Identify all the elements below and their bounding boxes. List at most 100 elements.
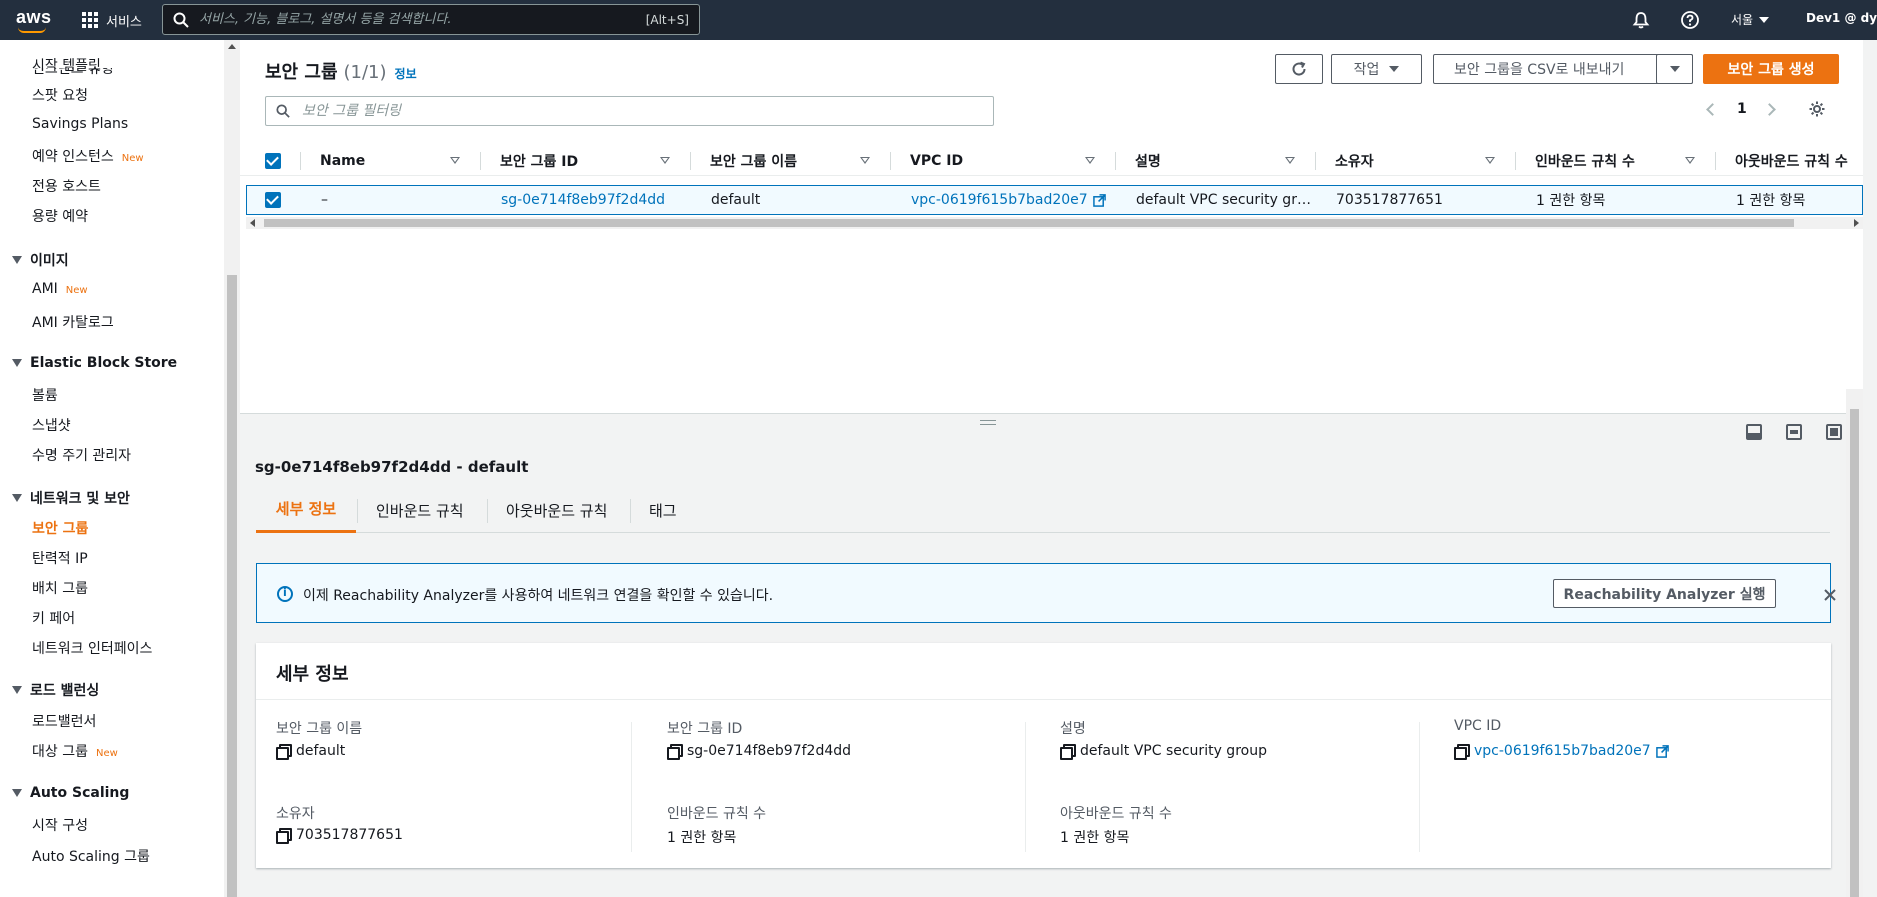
sort-icon[interactable] <box>1085 157 1095 164</box>
column-header-owner[interactable]: 소유자 <box>1335 146 1374 176</box>
sort-icon[interactable] <box>1485 157 1495 164</box>
export-csv-button[interactable]: 보안 그룹을 CSV로 내보내기 <box>1433 54 1693 84</box>
tab-outbound-rules[interactable]: 아웃바운드 규칙 <box>506 487 607 533</box>
sidebar-item-elastic-ips[interactable]: 탄력적 IP <box>32 548 88 568</box>
column-header-inbound[interactable]: 인바운드 규칙 수 <box>1535 146 1635 176</box>
sidebar-section-ebs[interactable]: Elastic Block Store <box>12 355 177 371</box>
column-header-vpc-id[interactable]: VPC ID <box>910 146 963 176</box>
vpc-id-link[interactable]: vpc-0619f615b7bad20e7 <box>1474 743 1651 759</box>
sidebar-item-key-pairs[interactable]: 키 페어 <box>32 608 75 628</box>
sidebar-scrollbar-thumb[interactable] <box>227 275 237 897</box>
split-side-icon[interactable] <box>1786 424 1802 440</box>
cell-sg-id-link[interactable]: sg-0e714f8eb97f2d4dd <box>501 186 665 214</box>
sidebar-section-auto-scaling[interactable]: Auto Scaling <box>12 785 129 801</box>
field-value-sg-id: sg-0e714f8eb97f2d4dd <box>667 743 852 760</box>
aws-logo[interactable]: aws <box>16 7 51 33</box>
copy-icon[interactable] <box>1454 744 1470 760</box>
filter-box[interactable] <box>265 96 994 126</box>
run-reachability-analyzer-button[interactable]: Reachability Analyzer 실행 <box>1553 579 1776 608</box>
sidebar-item-savings-plans[interactable]: Savings Plans <box>32 116 128 132</box>
bell-icon[interactable] <box>1631 10 1651 30</box>
create-security-group-button[interactable]: 보안 그룹 생성 <box>1703 54 1839 84</box>
sort-icon[interactable] <box>1285 157 1295 164</box>
row-checkbox[interactable] <box>265 186 281 214</box>
tab-details[interactable]: 세부 정보 <box>256 487 356 533</box>
sort-icon[interactable] <box>1685 157 1695 164</box>
select-all-checkbox[interactable] <box>265 146 281 176</box>
cell-vpc-id-link[interactable]: vpc-0619f615b7bad20e7 <box>911 186 1106 214</box>
column-header-sg-name[interactable]: 보안 그룹 이름 <box>710 146 797 176</box>
tab-inbound-rules[interactable]: 인바운드 규칙 <box>376 487 464 533</box>
chevron-left-icon[interactable] <box>1706 102 1719 116</box>
page-number[interactable]: 1 <box>1737 101 1747 117</box>
sidebar-item-auto-scaling-groups[interactable]: Auto Scaling 그룹 <box>32 846 150 866</box>
services-menu-button[interactable]: 서비스 <box>82 9 142 31</box>
close-icon[interactable] <box>1822 587 1838 603</box>
detail-scrollbar-thumb[interactable] <box>1850 409 1859 897</box>
sidebar-item-target-groups[interactable]: 대상 그룹 New <box>32 741 118 761</box>
gear-icon[interactable] <box>1808 100 1826 118</box>
maximize-panel-icon[interactable] <box>1826 424 1842 440</box>
column-header-description[interactable]: 설명 <box>1135 146 1161 176</box>
sidebar-item-volumes[interactable]: 볼륨 <box>32 385 58 405</box>
sidebar-item-snapshots[interactable]: 스냅샷 <box>32 415 71 435</box>
scroll-up-arrow-icon[interactable] <box>228 44 236 49</box>
column-header-outbound[interactable]: 아웃바운드 규칙 수 <box>1735 146 1863 176</box>
sidebar-item-dedicated-hosts[interactable]: 전용 호스트 <box>32 176 101 196</box>
sidebar-item-lifecycle-manager[interactable]: 수명 주기 관리자 <box>32 445 131 465</box>
copy-icon[interactable] <box>276 744 292 760</box>
filter-input[interactable] <box>300 102 993 120</box>
account-menu[interactable]: Dev1 @ dyec <box>1806 11 1877 25</box>
sidebar-item-capacity-reservations[interactable]: 용량 예약 <box>32 206 88 226</box>
field-value-text: 703517877651 <box>296 827 403 843</box>
sidebar-item-spot-requests[interactable]: 스팟 요청 <box>32 85 88 105</box>
help-icon[interactable] <box>1680 10 1700 30</box>
sidebar-item-label: 로드밸런서 <box>32 714 97 730</box>
refresh-button[interactable] <box>1275 54 1323 84</box>
sidebar-item-security-groups[interactable]: 보안 그룹 <box>32 518 88 538</box>
sidebar-section-load-balancing[interactable]: 로드 밸런싱 <box>12 680 99 700</box>
sort-icon[interactable] <box>860 157 870 164</box>
sidebar-item-load-balancers[interactable]: 로드밸런서 <box>32 711 96 731</box>
sort-icon[interactable] <box>450 157 460 164</box>
global-search[interactable]: [Alt+S] <box>162 4 700 35</box>
sidebar-item-launch-templates[interactable]: 시작 템플릿 <box>32 55 101 75</box>
split-bottom-icon[interactable] <box>1746 424 1762 440</box>
scroll-right-arrow-icon[interactable] <box>1854 219 1859 227</box>
checkbox-checked-icon <box>265 153 281 169</box>
sort-icon[interactable] <box>660 157 670 164</box>
copy-icon[interactable] <box>276 828 292 844</box>
sidebar-item-ami-catalog[interactable]: AMI 카탈로그 <box>32 312 114 332</box>
sidebar-section-images[interactable]: 이미지 <box>12 250 69 270</box>
copy-icon[interactable] <box>1060 744 1076 760</box>
scroll-left-arrow-icon[interactable] <box>250 219 255 227</box>
sidebar-item-ami[interactable]: AMI New <box>32 281 88 297</box>
checkbox-checked-icon <box>265 192 281 208</box>
sidebar-item-label: 예약 인스턴스 <box>32 149 114 165</box>
column-header-sg-id[interactable]: 보안 그룹 ID <box>500 146 578 176</box>
copy-icon[interactable] <box>667 744 683 760</box>
tab-tags[interactable]: 태그 <box>649 487 677 533</box>
sidebar-item-placement-groups[interactable]: 배치 그룹 <box>32 578 88 598</box>
chevron-right-icon[interactable] <box>1762 102 1776 116</box>
actions-button[interactable]: 작업 <box>1331 54 1422 84</box>
column-header-name[interactable]: Name <box>320 146 365 176</box>
column-divider <box>1419 722 1420 852</box>
split-panel-divider[interactable] <box>240 413 1863 429</box>
sidebar-section-network[interactable]: 네트워크 및 보안 <box>12 488 130 508</box>
export-dropdown-button[interactable] <box>1656 54 1693 84</box>
horizontal-scrollbar-thumb[interactable] <box>264 219 1794 227</box>
table-horizontal-scrollbar[interactable] <box>246 217 1863 229</box>
search-input[interactable] <box>197 11 646 28</box>
sidebar-item-reserved-instances[interactable]: 예약 인스턴스 New <box>32 146 144 166</box>
column-divider <box>1515 152 1516 170</box>
security-groups-list-panel: 보안 그룹 (1/1) 정보 작업 보안 그룹을 CSV로 내보내기 보안 그룹 생… <box>240 40 1863 413</box>
region-selector[interactable]: 서울 <box>1731 11 1770 28</box>
drag-handle-icon[interactable] <box>980 420 996 425</box>
info-link[interactable]: 정보 <box>395 67 417 81</box>
table-row[interactable]: – sg-0e714f8eb97f2d4dd default vpc-0619f… <box>246 185 1863 215</box>
field-value-text: sg-0e714f8eb97f2d4dd <box>687 743 852 759</box>
sidebar-item-network-interfaces[interactable]: 네트워크 인터페이스 <box>32 638 152 658</box>
sidebar-item-launch-configurations[interactable]: 시작 구성 <box>32 815 88 835</box>
detail-scrollbar[interactable] <box>1846 389 1863 897</box>
